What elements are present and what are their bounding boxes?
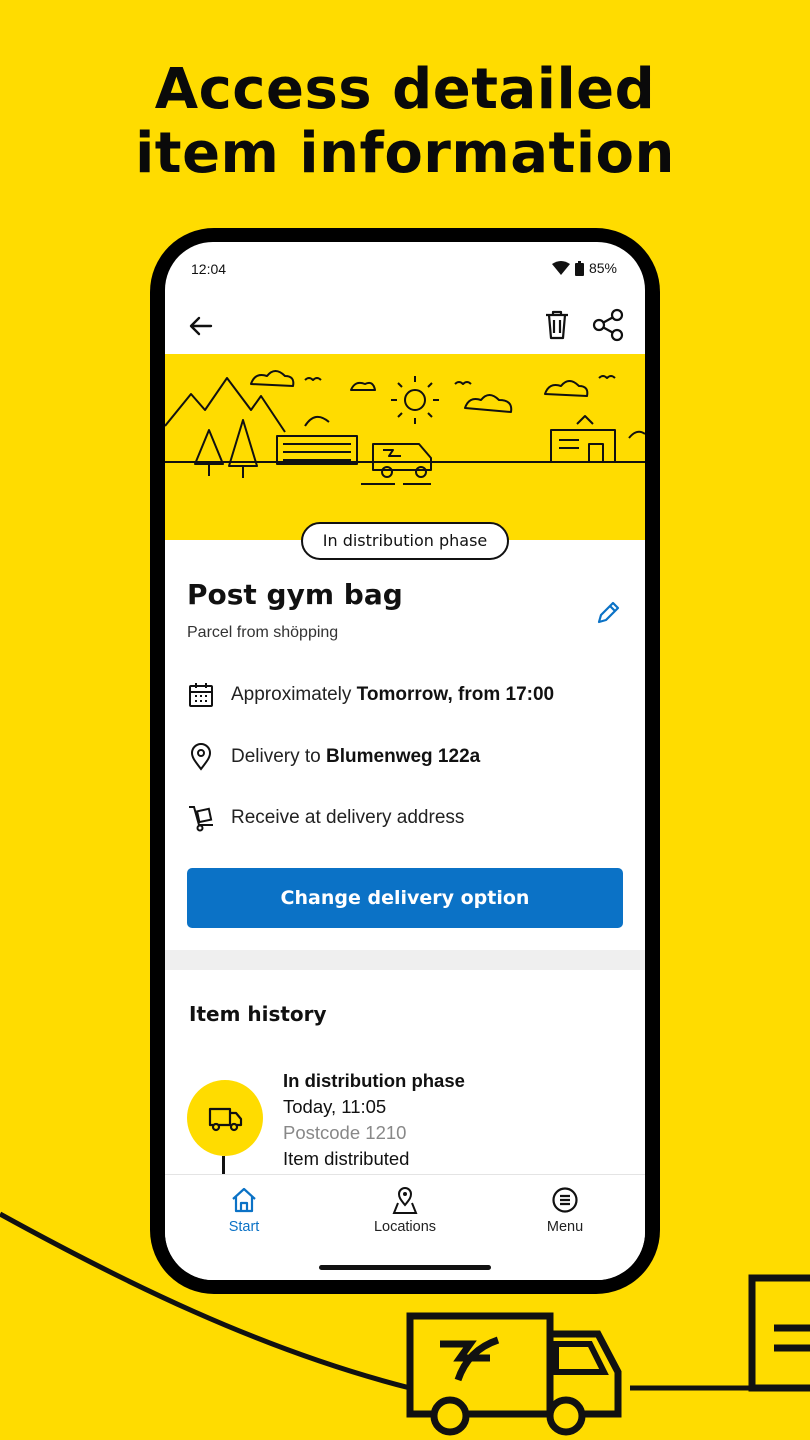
- history-time: Today, 11:05: [283, 1096, 387, 1117]
- battery-percent: 85%: [588, 260, 617, 276]
- nav-menu-label: Menu: [546, 1219, 584, 1235]
- eta-value: Tomorrow, from 17:00: [356, 684, 555, 705]
- history-status: In distribution phase: [283, 1070, 465, 1091]
- menu-icon: [552, 1187, 578, 1213]
- nav-menu[interactable]: Menu: [505, 1185, 625, 1235]
- bottom-navigation: Start Locations Menu: [165, 1174, 645, 1280]
- battery-icon: [574, 260, 584, 276]
- phone-screen: 12:04 85% In distribution phase Post gym…: [165, 242, 645, 1280]
- phone-frame: 12:04 85% In distribution phase Post gym…: [150, 228, 660, 1294]
- eta-prefix: Approximately: [231, 684, 357, 705]
- home-indicator[interactable]: [319, 1265, 491, 1270]
- address-row: Delivery to Blumenweg 122a: [187, 742, 627, 772]
- calendar-icon: [189, 683, 213, 707]
- history-step-marker: [187, 1080, 263, 1156]
- location-pin-icon: [190, 743, 212, 771]
- history-entry: In distribution phase Today, 11:05 Postc…: [283, 1068, 465, 1172]
- status-time: 12:04: [191, 261, 227, 277]
- pencil-icon[interactable]: [593, 598, 623, 628]
- status-badge: In distribution phase: [301, 522, 509, 560]
- history-detail: Item distributed: [283, 1148, 410, 1169]
- nav-locations[interactable]: Locations: [345, 1185, 465, 1235]
- trash-icon[interactable]: [541, 308, 573, 342]
- delivery-address: Blumenweg 122a: [326, 746, 481, 767]
- item-title: Post gym bag: [187, 578, 403, 611]
- section-divider: [165, 950, 645, 970]
- wifi-icon: [551, 261, 570, 275]
- app-bar: [165, 298, 645, 354]
- history-title: Item history: [189, 1002, 327, 1026]
- share-icon[interactable]: [591, 308, 625, 342]
- status-indicators: 85%: [551, 260, 617, 276]
- status-bar: 12:04 85%: [165, 242, 645, 298]
- nav-start-label: Start: [228, 1219, 260, 1235]
- eta-row: Approximately Tomorrow, from 17:00: [187, 680, 627, 710]
- back-arrow-icon[interactable]: [185, 310, 217, 342]
- nav-start[interactable]: Start: [184, 1185, 304, 1235]
- headline-line-2: item information: [135, 121, 675, 186]
- history-postcode: Postcode 1210: [283, 1122, 407, 1143]
- address-prefix: Delivery to: [231, 746, 327, 767]
- change-delivery-button[interactable]: Change delivery option: [187, 868, 623, 928]
- home-icon: [232, 1187, 256, 1213]
- headline-line-1: Access detailed: [154, 57, 656, 122]
- promo-headline: Access detailed item information: [0, 58, 810, 186]
- landscape-illustration: [165, 370, 645, 485]
- map-pin-icon: [392, 1187, 418, 1214]
- item-subtitle: Parcel from shöpping: [187, 624, 339, 641]
- hand-truck-icon: [189, 806, 213, 832]
- truck-icon: [208, 1107, 243, 1132]
- delivery-scene-banner: [165, 354, 645, 540]
- receive-option: Receive at delivery address: [231, 807, 465, 828]
- receive-row: Receive at delivery address: [187, 803, 627, 833]
- nav-locations-label: Locations: [373, 1219, 437, 1235]
